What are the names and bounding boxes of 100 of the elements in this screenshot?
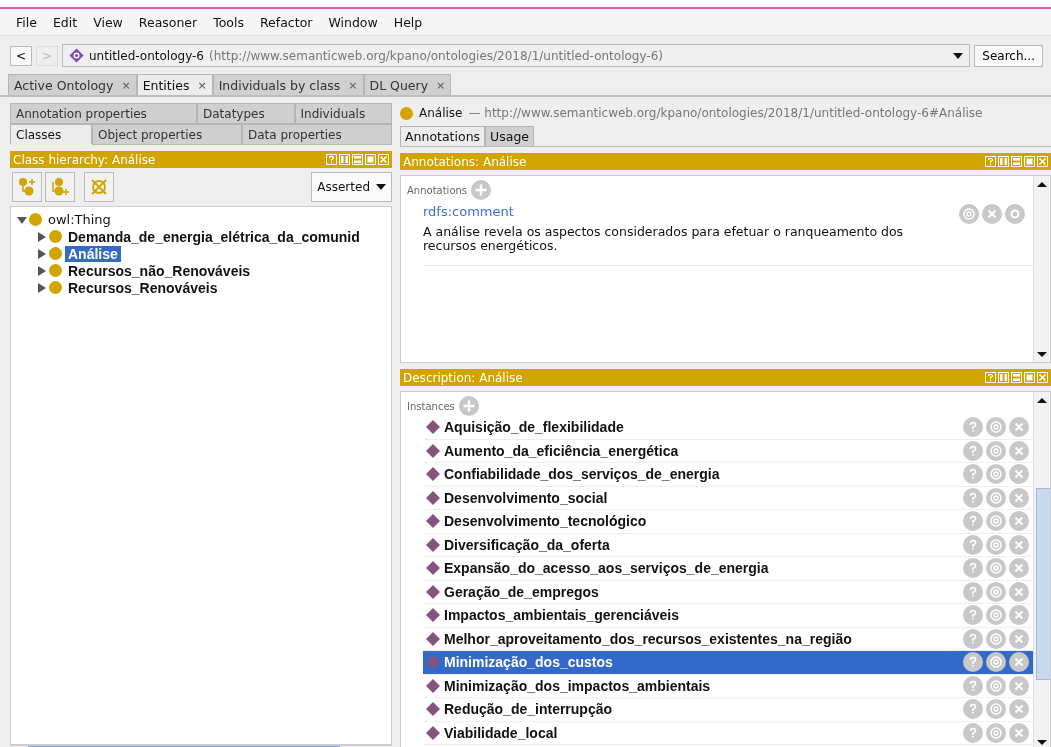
instance-label: Viabilidade_local	[443, 724, 559, 741]
entity-tab[interactable]: Data properties	[242, 124, 392, 145]
dropdown-caret-icon[interactable]	[953, 52, 964, 59]
add-sibling-button[interactable]	[45, 172, 75, 202]
class-icon	[49, 230, 62, 243]
delete-button[interactable]	[1009, 652, 1029, 673]
individual-icon	[426, 561, 440, 576]
split-vertical-icon[interactable]	[998, 156, 1009, 167]
close-icon[interactable]	[1037, 156, 1048, 167]
individual-icon	[426, 514, 440, 529]
instance-label: Minimização_dos_impactos_ambientais	[443, 677, 712, 694]
collapsed-arrow-icon[interactable]	[37, 282, 47, 293]
workspace-tab[interactable]: Active Ontology ×	[8, 74, 137, 95]
close-icon[interactable]	[1037, 372, 1048, 383]
explain-button[interactable]	[963, 652, 983, 673]
collapsed-arrow-icon[interactable]	[37, 231, 47, 242]
ontology-selector[interactable]: untitled-ontology-6 (http://www.semanticweb.org/kpano/ontologies/2018/1/untitled-ontology-6)	[62, 44, 971, 67]
annotate-button[interactable]	[986, 652, 1006, 673]
workspace-tab[interactable]: Individuals by class ×	[212, 74, 364, 95]
instance-label: Redução_de_interrupção	[443, 701, 614, 718]
help-icon[interactable]	[326, 154, 337, 165]
entity-tab[interactable]: Classes	[10, 124, 92, 144]
hierarchy-mode-dropdown[interactable]: Asserted	[311, 172, 392, 202]
individual-icon	[426, 467, 440, 482]
maximize-icon[interactable]	[1024, 156, 1035, 167]
class-tree-item[interactable]: Recursos_não_Renováveis	[65, 262, 254, 279]
class-icon	[49, 264, 62, 277]
workspace-tab[interactable]: Entities ×	[136, 74, 213, 95]
split-vertical-icon[interactable]	[998, 372, 1009, 383]
edit-button[interactable]	[1005, 204, 1025, 224]
entity-name: Análise	[419, 106, 463, 120]
tab-close-button[interactable]: ×	[436, 78, 446, 92]
entity-tab[interactable]: Annotation properties	[10, 103, 197, 124]
split-vertical-icon[interactable]	[339, 154, 350, 165]
menu-item[interactable]: Reasoner	[130, 14, 206, 30]
instance-label: Geração_de_empregos	[443, 583, 600, 600]
instance-label: Aumento_da_eficiência_energética	[443, 442, 680, 459]
annotation-property[interactable]: rdfs:comment	[423, 204, 959, 219]
individual-icon	[426, 584, 440, 599]
individual-icon	[426, 702, 440, 717]
instance-label: Aquisição_de_flexibilidade	[443, 419, 625, 436]
instance-label: Confiabilidade_dos_serviços_de_energia	[443, 466, 721, 483]
back-button[interactable]: <	[10, 45, 32, 66]
individual-icon	[426, 725, 440, 740]
individual-icon	[426, 537, 440, 552]
tab-close-button[interactable]: ×	[197, 78, 207, 92]
add-icon[interactable]	[471, 180, 492, 200]
individual-icon	[426, 443, 440, 458]
class-icon	[400, 106, 413, 120]
help-icon[interactable]	[985, 372, 996, 383]
collapsed-arrow-icon[interactable]	[37, 248, 47, 259]
scrollbar-thumb[interactable]	[1036, 488, 1050, 680]
menu-item[interactable]: Edit	[44, 14, 86, 30]
maximize-icon[interactable]	[365, 154, 376, 165]
menu-item[interactable]: Window	[320, 14, 386, 30]
split-horizontal-icon[interactable]	[1011, 156, 1022, 167]
add-icon[interactable]	[458, 396, 479, 416]
tab-close-button[interactable]: ×	[348, 78, 358, 92]
instance-label: Desenvolvimento_tecnológico	[443, 513, 648, 530]
class-icon	[49, 281, 62, 294]
class-icon	[49, 247, 62, 260]
add-subclass-button[interactable]	[12, 172, 42, 202]
individual-icon	[426, 420, 440, 435]
collapsed-arrow-icon[interactable]	[37, 265, 47, 276]
entity-tab[interactable]: Datatypes	[197, 103, 295, 124]
help-icon[interactable]	[985, 156, 996, 167]
view-tab[interactable]: Annotations	[400, 126, 486, 146]
menu-item[interactable]: File	[8, 14, 45, 30]
menu-item[interactable]: Help	[385, 14, 431, 30]
expanded-arrow-icon[interactable]	[17, 214, 27, 225]
instance-label: Desenvolvimento_social	[443, 489, 609, 506]
class-tree-item[interactable]: owl:Thing	[45, 212, 114, 227]
search-button[interactable]: Search...	[974, 44, 1043, 67]
menu-item[interactable]: Tools	[205, 14, 252, 30]
annotation-value: A análise revela os aspectos considerados para efetuar o ranqueamento dos recursos energéticos.	[423, 225, 905, 253]
maximize-icon[interactable]	[1024, 372, 1035, 383]
class-tree-item[interactable]: Recursos_Renováveis	[65, 279, 221, 296]
panel-title: Annotations: Análise	[403, 154, 527, 169]
delete-class-icon	[89, 177, 109, 197]
delete-class-button[interactable]	[84, 172, 114, 202]
add-sibling-icon	[50, 177, 70, 197]
entity-tab[interactable]: Object properties	[92, 124, 242, 145]
panel-title: Class hierarchy: Análise	[13, 152, 156, 167]
class-tree-item[interactable]: Demanda_de_energia_elétrica_da_comunid	[65, 228, 363, 245]
split-horizontal-icon[interactable]	[352, 154, 363, 165]
instance-row[interactable]: Minimização_dos_custos	[423, 651, 1033, 675]
view-tab[interactable]: Usage	[485, 126, 534, 146]
dropdown-caret-icon	[376, 184, 386, 190]
class-icon	[29, 213, 42, 226]
tab-close-button[interactable]: ×	[121, 78, 131, 92]
class-tree-item[interactable]: Análise	[65, 245, 121, 262]
instance-label: Melhor_aproveitamento_dos_recursos_existentes_na_região	[443, 630, 853, 647]
menu-item[interactable]: Refactor	[252, 14, 321, 30]
split-horizontal-icon[interactable]	[1011, 372, 1022, 383]
workspace-tab[interactable]: DL Query ×	[363, 74, 452, 95]
close-icon[interactable]	[378, 154, 389, 165]
panel-title: Description: Análise	[403, 370, 523, 385]
individual-icon	[426, 655, 440, 670]
entity-tab[interactable]: Individuals	[294, 103, 392, 124]
menu-item[interactable]: View	[85, 14, 131, 30]
